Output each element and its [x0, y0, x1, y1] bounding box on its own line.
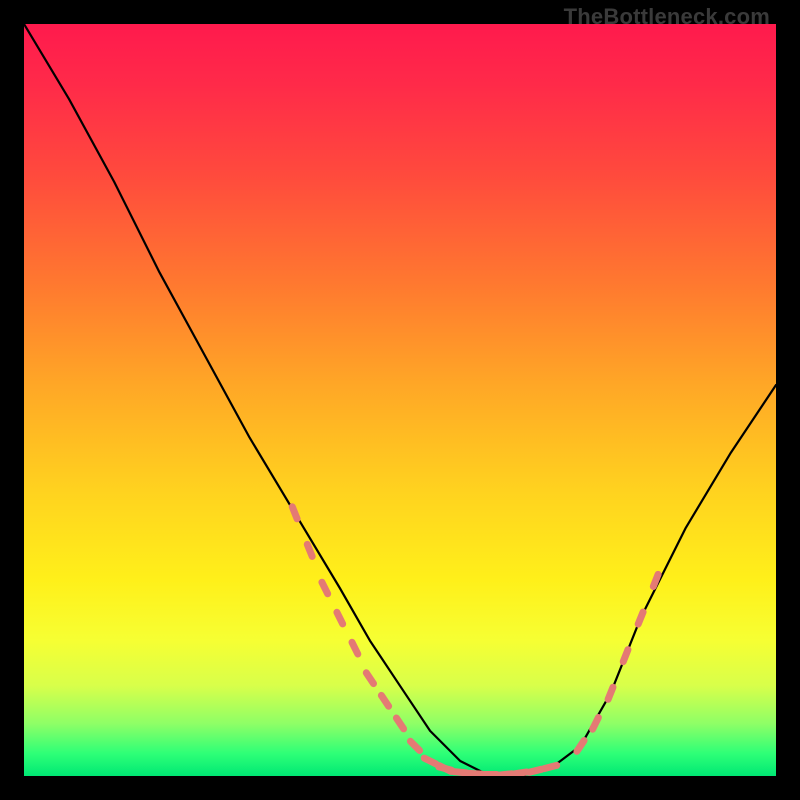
- dotted-marker: [653, 574, 658, 586]
- dotted-marker: [381, 695, 388, 706]
- dotted-marker: [529, 769, 542, 772]
- dotted-marker: [638, 612, 643, 624]
- dotted-markers-group: [292, 507, 658, 775]
- dotted-marker: [410, 741, 419, 750]
- dotted-marker: [322, 582, 328, 594]
- watermark-text: TheBottleneck.com: [564, 4, 770, 30]
- dotted-marker: [499, 774, 512, 775]
- dotted-marker: [292, 507, 297, 519]
- dotted-marker: [396, 718, 403, 729]
- chart-curve-group: [24, 24, 776, 776]
- dotted-marker: [424, 758, 436, 764]
- main-curve: [24, 24, 776, 776]
- dotted-marker: [577, 741, 584, 752]
- chart-frame: [24, 24, 776, 776]
- dotted-marker: [608, 687, 613, 699]
- dotted-marker: [337, 612, 343, 624]
- dotted-marker: [352, 642, 358, 654]
- dotted-marker: [593, 718, 599, 730]
- dotted-marker: [544, 765, 557, 768]
- dotted-marker: [623, 650, 628, 662]
- dotted-marker: [366, 673, 373, 684]
- dotted-marker: [514, 772, 527, 774]
- dotted-marker: [307, 544, 312, 556]
- dotted-marker: [439, 767, 452, 770]
- chart-svg: [24, 24, 776, 776]
- dotted-marker: [469, 773, 482, 774]
- dotted-marker: [454, 772, 467, 773]
